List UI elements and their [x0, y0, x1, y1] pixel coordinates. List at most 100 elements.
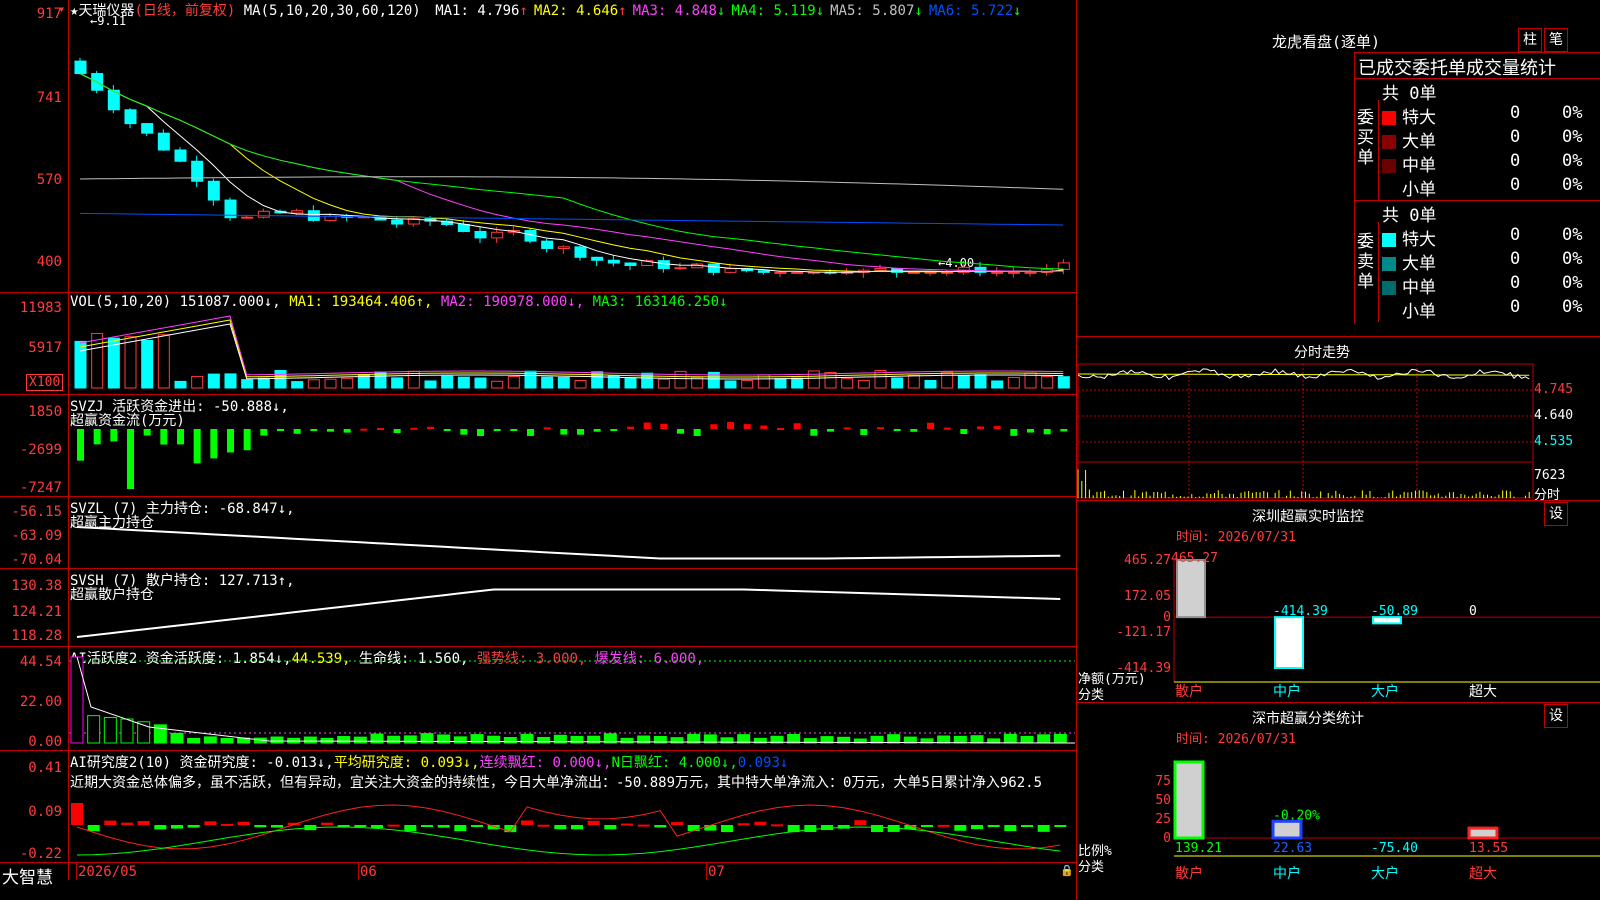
kline-candle	[457, 223, 470, 232]
tick-view-button[interactable]: 笔	[1544, 28, 1568, 52]
svzj-bar	[727, 422, 734, 429]
ai2-bar	[1037, 825, 1050, 832]
kline-candle	[591, 256, 604, 261]
order-size-label: 特大	[1402, 108, 1436, 128]
svzj-bar	[543, 427, 551, 430]
svsh-canvas[interactable]	[69, 569, 1075, 646]
order-size-label: 大单	[1402, 132, 1436, 152]
vol-bar	[174, 380, 187, 389]
vol-bar	[891, 377, 904, 389]
vol-bar	[807, 370, 820, 389]
ai2-ytick-2: 0.09	[28, 804, 62, 820]
vol-bar	[1057, 376, 1070, 389]
classify-canvas[interactable]: 75 50 25 0 139.21 散户 22.63 中户 -75.40 大户 13.55 超大 -0.…	[1077, 742, 1600, 900]
kline-ytick-1: 917	[36, 6, 62, 22]
ai2-bar	[204, 821, 217, 825]
vol-bar	[341, 377, 354, 389]
ai1-bar	[87, 715, 101, 744]
ai1-bar	[270, 736, 284, 744]
ai1-bar	[1003, 733, 1017, 744]
ai2-bar	[521, 820, 533, 825]
ai2-bar	[654, 825, 667, 828]
svzl-ytick-1: -56.15	[11, 504, 62, 520]
vol-bar	[307, 379, 320, 389]
monitor-settings-button[interactable]: 设	[1544, 502, 1568, 526]
order-pct: 0%	[1562, 225, 1583, 245]
order-count: 0	[1510, 249, 1521, 269]
sell-rows-row-4: 小单 0 0%	[1382, 297, 1600, 322]
ai1-canvas[interactable]	[69, 647, 1075, 750]
lock-icon[interactable]: 🔒	[1060, 864, 1074, 877]
vol-bar	[74, 340, 87, 389]
vol-bar	[857, 379, 870, 389]
ai1-bar	[103, 716, 117, 744]
order-count: 0	[1510, 273, 1521, 293]
svzj-bar	[827, 429, 834, 432]
buy-rows-row-4: 小单 0 0%	[1382, 175, 1600, 200]
svzj-bar	[877, 427, 884, 430]
bar-view-button[interactable]: 柱	[1518, 28, 1542, 52]
ai2-canvas[interactable]	[69, 751, 1075, 862]
intraday-frame	[1077, 363, 1534, 499]
ai1-bar	[453, 736, 467, 744]
ai2-bar	[537, 824, 550, 827]
vol-bar	[291, 381, 304, 389]
vol-bar	[124, 336, 137, 389]
intraday-canvas[interactable]	[1077, 362, 1600, 500]
kline-candle	[924, 271, 937, 274]
svzj-bar	[843, 427, 851, 430]
ai2-bar	[854, 820, 867, 825]
classify-xlabel: 分类	[1078, 860, 1105, 875]
ai2-bar	[587, 820, 600, 825]
order-pct: 0%	[1562, 151, 1583, 171]
kline-candle	[207, 180, 220, 201]
vol-bar	[191, 375, 204, 389]
legend-swatch	[1382, 257, 1396, 271]
ai2-bar	[471, 825, 483, 827]
vol-bar	[957, 375, 970, 389]
svzj-ytick-2: -2699	[19, 442, 62, 458]
svzj-bar	[210, 429, 218, 459]
ai2-bar	[554, 825, 567, 830]
legend-swatch	[1382, 135, 1396, 149]
ai2-bar	[621, 823, 633, 826]
monitor-canvas[interactable]: 465.27172.050-121.17-414.39465.27散户-414.…	[1077, 540, 1600, 700]
vol-bar	[457, 376, 470, 389]
kline-candle	[124, 109, 137, 125]
vol-bar	[574, 379, 587, 389]
svzl-line	[76, 526, 1061, 560]
kline-canvas[interactable]	[69, 0, 1075, 292]
ma-line-4	[79, 73, 1064, 270]
ai2-ytick-3: -0.22	[19, 846, 62, 862]
ai2-bar	[87, 825, 100, 832]
volume-canvas[interactable]	[69, 293, 1075, 394]
kline-candle	[157, 132, 170, 151]
vol-ma-line-1	[79, 323, 1064, 380]
order-size-label: 大单	[1402, 254, 1436, 274]
classify-value-label: -75.40	[1371, 841, 1418, 856]
svzj-canvas[interactable]	[69, 395, 1075, 496]
svzj-bar	[410, 427, 418, 430]
svzj-bar	[527, 429, 534, 436]
svzj-bar	[943, 427, 951, 430]
kline-ytick-2: 741	[36, 90, 62, 106]
divider-xaxis	[0, 862, 1076, 863]
order-count: 0	[1510, 103, 1521, 123]
ai1-bar	[187, 737, 201, 744]
classify-value-label: 13.55	[1469, 841, 1508, 856]
sell-rows-row-1: 特大 0 0%	[1382, 225, 1600, 250]
svzl-canvas[interactable]	[69, 497, 1075, 568]
svzj-bar	[1060, 429, 1068, 432]
order-pct: 0%	[1562, 297, 1583, 317]
order-size-label: 小单	[1402, 180, 1436, 200]
classify-settings-button[interactable]: 设	[1544, 704, 1568, 728]
ai1-bar	[220, 738, 234, 744]
svzj-bar	[627, 426, 634, 429]
ai2-bar	[571, 825, 583, 830]
classify-ytick: 50	[1155, 793, 1171, 808]
vol-bar	[324, 378, 337, 389]
buy-side-label: 委买单	[1357, 108, 1374, 168]
order-size-label: 特大	[1402, 230, 1436, 250]
monitor-value-label: 465.27	[1171, 551, 1218, 566]
ai1-bar	[970, 735, 984, 744]
